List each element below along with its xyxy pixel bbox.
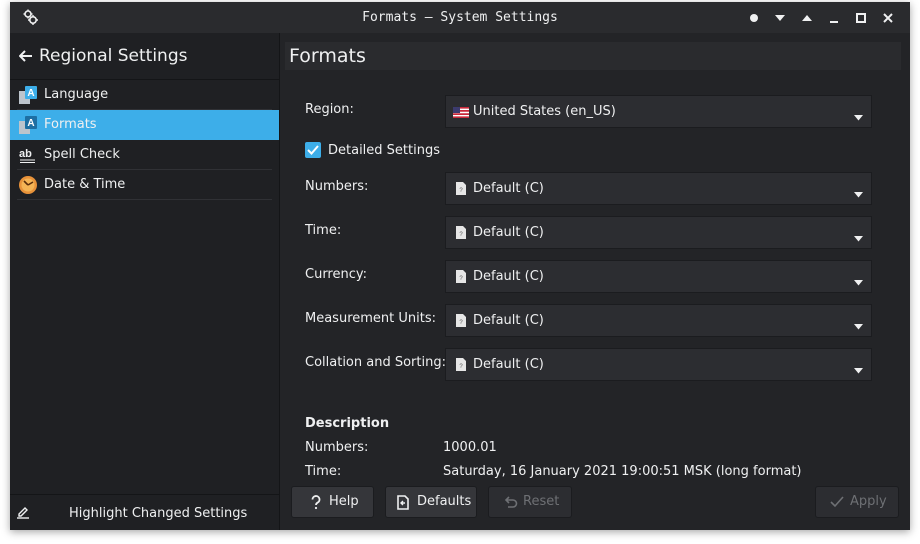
main-panel: Formats Region: United States (en_US) De… <box>280 33 910 530</box>
spellcheck-icon: ab <box>18 145 38 165</box>
detailed-settings-checkbox[interactable] <box>305 142 321 158</box>
detailed-settings-label[interactable]: Detailed Settings <box>328 143 440 158</box>
us-flag-icon <box>453 107 469 118</box>
measurement-units-value: Default (C) <box>473 313 544 328</box>
defaults-label: Defaults <box>417 494 472 509</box>
document-icon: ? <box>455 225 467 244</box>
help-icon <box>311 495 321 514</box>
dropdown-arrow-icon <box>854 275 863 290</box>
apply-button[interactable]: Apply <box>815 486 899 518</box>
description-numbers-key: Numbers: <box>305 440 369 455</box>
sidebar-item-label: Formats <box>44 117 97 132</box>
numbers-value: Default (C) <box>473 181 544 196</box>
divider <box>17 199 272 200</box>
time-label: Time: <box>305 223 342 238</box>
measurement-units-combobox[interactable]: ? Default (C) <box>445 304 872 337</box>
description-time-key: Time: <box>305 464 342 479</box>
svg-text:A: A <box>27 88 34 99</box>
dot-icon <box>750 14 758 22</box>
defaults-icon <box>396 495 410 514</box>
maximize-button[interactable] <box>850 7 872 29</box>
collation-sorting-label: Collation and Sorting: <box>305 355 446 370</box>
sidebar-item-language[interactable]: A Language <box>10 80 279 110</box>
page-title: Formats <box>289 45 366 67</box>
highlight-changed-settings-button[interactable]: Highlight Changed Settings <box>10 494 279 530</box>
dropdown-arrow-icon <box>854 110 863 125</box>
document-icon: ? <box>455 357 467 376</box>
time-value: Default (C) <box>473 225 544 240</box>
document-icon: ? <box>455 181 467 200</box>
sidebar-item-spell-check[interactable]: ab Spell Check <box>10 140 279 170</box>
close-button[interactable] <box>877 7 899 29</box>
keep-above-button[interactable] <box>796 7 818 29</box>
dropdown-arrow-icon <box>854 187 863 202</box>
sidebar-item-label: Language <box>44 87 109 102</box>
region-combobox[interactable]: United States (en_US) <box>445 95 872 128</box>
maximize-icon <box>856 13 866 23</box>
checkmark-icon <box>307 145 319 155</box>
svg-text:ab: ab <box>19 148 32 160</box>
description-numbers-value: 1000.01 <box>443 440 497 455</box>
page-title-bar: Formats <box>285 42 901 70</box>
dropdown-arrow-icon <box>854 363 863 378</box>
dropdown-arrow-icon <box>854 231 863 246</box>
sidebar-item-formats[interactable]: A Formats <box>10 110 279 140</box>
help-label: Help <box>329 494 359 509</box>
document-icon: ? <box>455 269 467 288</box>
document-icon: ? <box>455 313 467 332</box>
sidebar-title: Regional Settings <box>39 46 188 66</box>
triangle-up-icon <box>802 15 812 21</box>
region-value: United States (en_US) <box>473 104 616 119</box>
numbers-combobox[interactable]: ? Default (C) <box>445 172 872 205</box>
checkmark-icon <box>830 495 844 513</box>
settings-window: Formats — System Settings Regional Setti… <box>10 2 910 530</box>
sidebar-item-label: Spell Check <box>44 147 120 162</box>
description-heading: Description <box>305 416 390 431</box>
language-icon: A <box>18 85 38 105</box>
numbers-label: Numbers: <box>305 179 369 194</box>
title-bar[interactable]: Formats — System Settings <box>10 2 910 33</box>
collation-sorting-value: Default (C) <box>473 357 544 372</box>
collation-sorting-combobox[interactable]: ? Default (C) <box>445 348 872 381</box>
reset-label: Reset <box>523 494 560 509</box>
back-arrow-icon[interactable] <box>18 50 33 66</box>
region-label: Region: <box>305 102 354 117</box>
triangle-down-icon <box>775 15 785 21</box>
close-icon <box>883 13 893 23</box>
description-time-value: Saturday, 16 January 2021 19:00:51 MSK (… <box>443 464 802 479</box>
sidebar-item-date-time[interactable]: Date & Time <box>10 170 279 200</box>
reset-button[interactable]: Reset <box>488 486 572 518</box>
currency-combobox[interactable]: ? Default (C) <box>445 260 872 293</box>
currency-label: Currency: <box>305 267 368 282</box>
sidebar-item-label: Date & Time <box>44 177 126 192</box>
apply-label: Apply <box>850 494 887 509</box>
svg-text:A: A <box>27 118 34 129</box>
currency-value: Default (C) <box>473 269 544 284</box>
minimize-button[interactable] <box>823 7 845 29</box>
clock-icon <box>18 175 38 195</box>
highlight-changed-settings-label: Highlight Changed Settings <box>69 506 248 521</box>
highlighter-icon <box>16 505 30 523</box>
keep-on-all-desktops-button[interactable] <box>743 7 765 29</box>
dropdown-arrow-icon <box>854 319 863 334</box>
measurement-units-label: Measurement Units: <box>305 311 436 326</box>
time-combobox[interactable]: ? Default (C) <box>445 216 872 249</box>
minimize-icon <box>830 21 838 23</box>
keep-below-button[interactable] <box>769 7 791 29</box>
sidebar-header: Regional Settings <box>10 33 279 80</box>
undo-icon <box>504 495 518 513</box>
sidebar: Regional Settings A Language A Formats a… <box>10 33 280 530</box>
help-button[interactable]: Help <box>291 486 374 518</box>
formats-icon: A <box>18 115 38 135</box>
defaults-button[interactable]: Defaults <box>385 486 477 518</box>
